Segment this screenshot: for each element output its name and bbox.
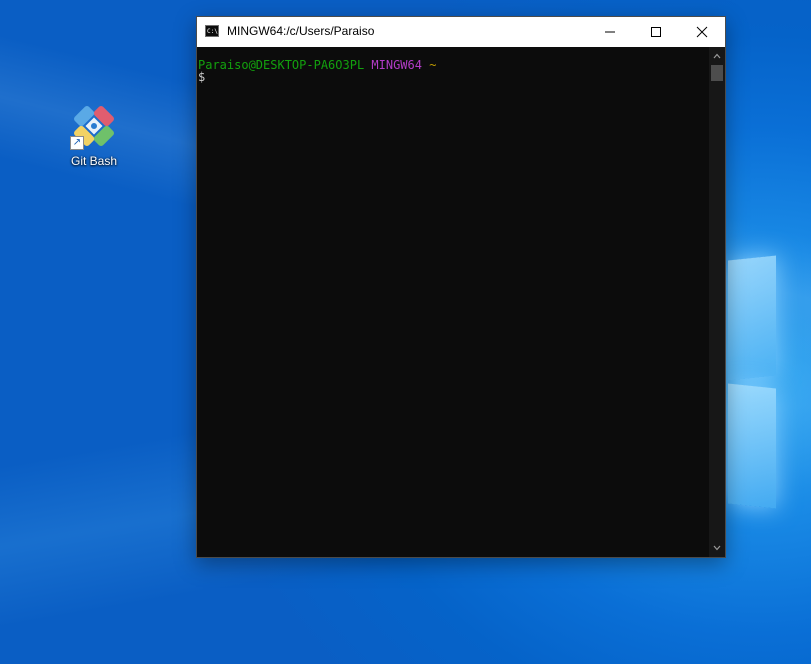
title-bar[interactable]: C:\. MINGW64:/c/Users/Paraiso	[197, 17, 725, 47]
scroll-up-button[interactable]	[709, 49, 725, 63]
logo-pane	[728, 255, 776, 381]
close-icon	[696, 26, 708, 38]
maximize-button[interactable]	[633, 17, 679, 47]
shortcut-arrow-icon: ↗	[70, 136, 84, 150]
minimize-button[interactable]	[587, 17, 633, 47]
prompt-line: Paraiso@DESKTOP-PA6O3PL MINGW64 ~	[198, 59, 436, 71]
prompt-user-host: Paraiso@DESKTOP-PA6O3PL	[198, 58, 365, 72]
minimize-icon	[605, 31, 615, 33]
prompt-symbol: $	[198, 70, 206, 84]
window-title: MINGW64:/c/Users/Paraiso	[227, 24, 375, 38]
shortcut-label: Git Bash	[70, 154, 118, 168]
prompt-path: ~	[429, 58, 437, 72]
scrollbar-thumb[interactable]	[711, 65, 723, 81]
command-input-line[interactable]: $	[198, 71, 205, 83]
console-icon[interactable]: C:\.	[205, 25, 221, 37]
desktop-shortcut-git-bash[interactable]: ↗ Git Bash	[62, 100, 126, 172]
terminal-output[interactable]: Paraiso@DESKTOP-PA6O3PL MINGW64 ~ $	[197, 47, 709, 557]
logo-pane	[728, 383, 776, 509]
terminal-window[interactable]: C:\. MINGW64:/c/Users/Paraiso Paraiso@DE…	[196, 16, 726, 558]
chevron-up-icon	[713, 53, 721, 59]
desktop: ↗ Git Bash C:\. MINGW64:/c/Users/Paraiso	[0, 0, 811, 664]
close-button[interactable]	[679, 17, 725, 47]
chevron-down-icon	[713, 545, 721, 551]
scroll-down-button[interactable]	[709, 541, 725, 555]
prompt-environment: MINGW64	[371, 58, 422, 72]
maximize-icon	[651, 27, 661, 37]
vertical-scrollbar[interactable]	[709, 47, 725, 557]
